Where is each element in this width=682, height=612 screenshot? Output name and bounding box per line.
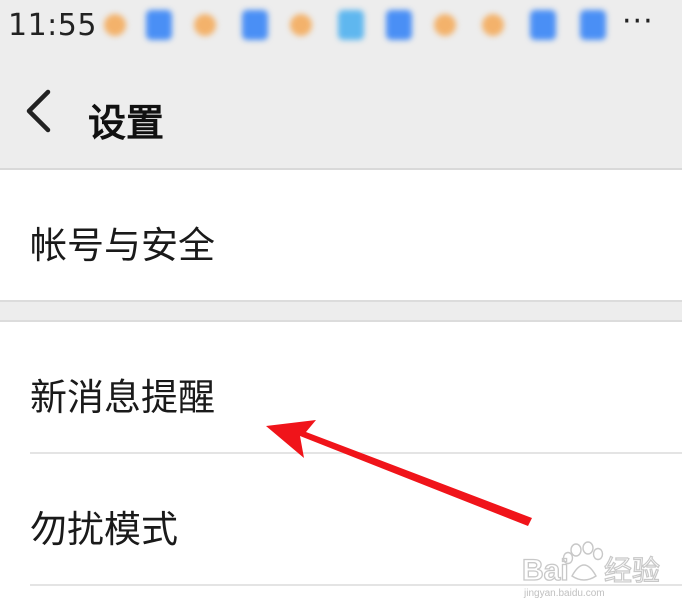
svg-text:jingyan.baidu.com: jingyan.baidu.com — [523, 588, 605, 599]
svg-text:Bai: Bai — [522, 554, 569, 587]
annotation-arrow-icon — [266, 420, 532, 526]
baidu-jingyan-watermark: Bai 经验 jingyan.baidu.com — [521, 541, 661, 599]
svg-text:经验: 经验 — [604, 554, 660, 587]
